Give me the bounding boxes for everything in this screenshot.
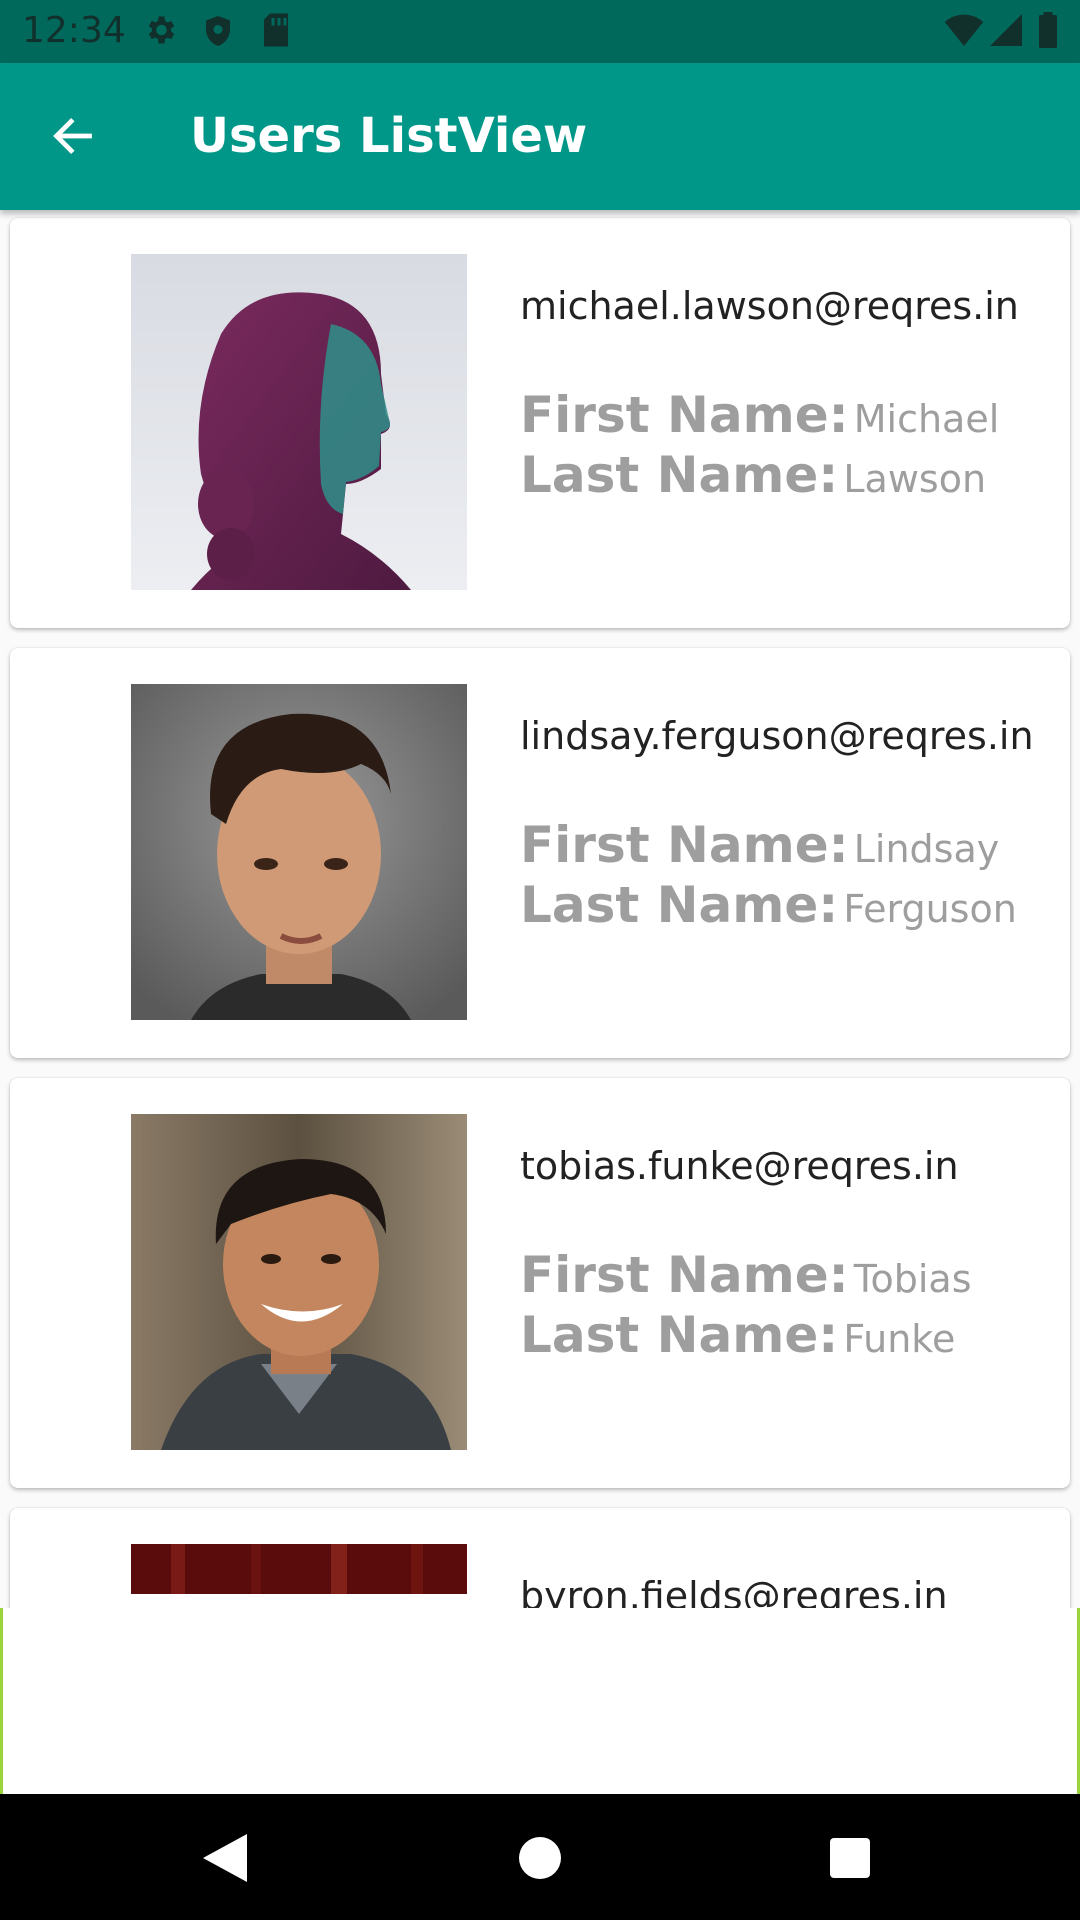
status-bar: 12:34: [0, 0, 1080, 63]
square-recents-icon: [830, 1838, 870, 1878]
last-name-value: Lawson: [843, 457, 987, 501]
user-email: byron.fields@reqres.in: [520, 1574, 948, 1608]
nav-home-button[interactable]: [500, 1818, 580, 1898]
avatar: [131, 684, 467, 1020]
last-name-row: Last Name: Lawson: [520, 446, 986, 504]
shield-icon: [200, 12, 236, 55]
last-name-label: Last Name:: [520, 876, 839, 934]
last-name-label: Last Name:: [520, 1306, 839, 1364]
first-name-value: Michael: [853, 397, 1000, 441]
first-name-row: First Name: Michael: [520, 386, 999, 444]
avatar: [131, 1544, 467, 1594]
user-email: michael.lawson@reqres.in: [520, 284, 1019, 328]
signal-icon: [990, 14, 1022, 51]
battery-icon: [1038, 12, 1058, 53]
avatar: [131, 254, 467, 590]
user-email: lindsay.ferguson@reqres.in: [520, 714, 1034, 758]
wifi-icon: [944, 14, 984, 51]
avatar: [131, 1114, 467, 1450]
sd-card-icon: [260, 12, 292, 53]
arrow-left-icon: [53, 117, 92, 155]
status-time: 12:34: [22, 10, 126, 51]
back-button[interactable]: [40, 103, 106, 169]
empty-bottom-area: [3, 1610, 1077, 1794]
last-name-value: Funke: [843, 1317, 956, 1361]
user-email: tobias.funke@reqres.in: [520, 1144, 959, 1188]
first-name-label: First Name:: [520, 386, 849, 444]
last-name-value: Ferguson: [843, 887, 1017, 931]
first-name-label: First Name:: [520, 1246, 849, 1304]
nav-back-button[interactable]: [185, 1818, 265, 1898]
circle-home-icon: [519, 1837, 561, 1879]
app-bar: Users ListView: [0, 63, 1080, 210]
user-card[interactable]: tobias.funke@reqres.in First Name: Tobia…: [10, 1078, 1070, 1488]
first-name-row: First Name: Lindsay: [520, 816, 999, 874]
last-name-row: Last Name: Ferguson: [520, 876, 1017, 934]
page-title: Users ListView: [190, 108, 588, 164]
first-name-label: First Name:: [520, 816, 849, 874]
user-card[interactable]: michael.lawson@reqres.in First Name: Mic…: [10, 218, 1070, 628]
first-name-value: Lindsay: [853, 827, 1000, 871]
last-name-label: Last Name:: [520, 446, 839, 504]
users-list[interactable]: michael.lawson@reqres.in First Name: Mic…: [0, 210, 1080, 1608]
navigation-bar: [0, 1794, 1080, 1920]
user-card[interactable]: lindsay.ferguson@reqres.in First Name: L…: [10, 648, 1070, 1058]
triangle-back-icon: [203, 1834, 247, 1882]
first-name-row: First Name: Tobias: [520, 1246, 972, 1304]
gear-icon: [142, 12, 178, 53]
nav-recents-button[interactable]: [810, 1818, 890, 1898]
last-name-row: Last Name: Funke: [520, 1306, 955, 1364]
user-card[interactable]: byron.fields@reqres.in: [10, 1508, 1070, 1608]
first-name-value: Tobias: [853, 1257, 972, 1301]
